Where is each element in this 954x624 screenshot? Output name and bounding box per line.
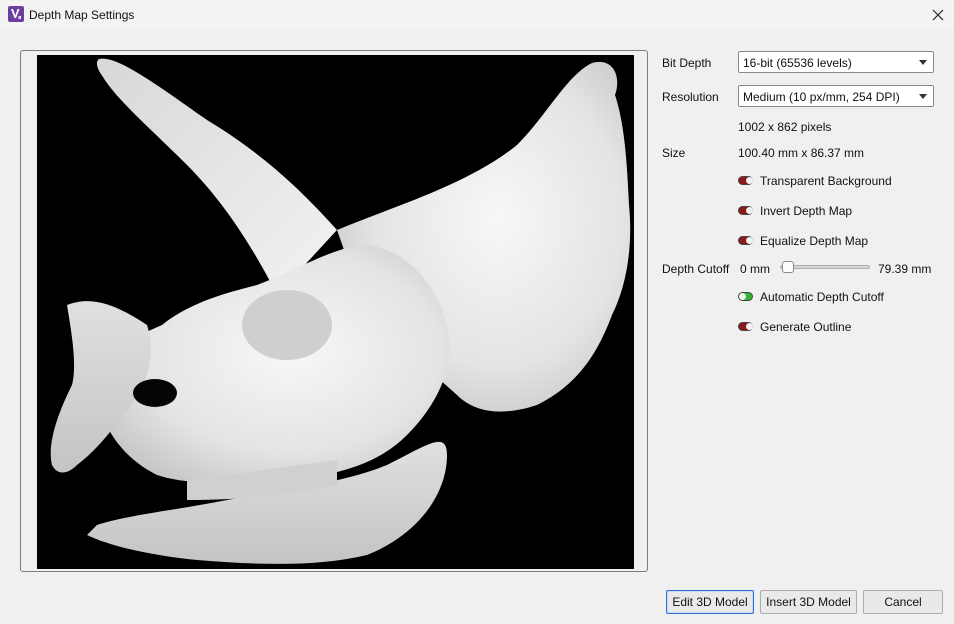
depth-map-preview — [37, 55, 634, 569]
bit-depth-value: 16-bit (65536 levels) — [743, 56, 852, 70]
automatic-depth-cutoff-label: Automatic Depth Cutoff — [760, 290, 884, 304]
app-logo-icon — [8, 6, 24, 22]
chevron-down-icon — [919, 94, 927, 99]
edit-3d-model-button[interactable]: Edit 3D Model — [666, 590, 754, 614]
size-value: 100.40 mm x 86.37 mm — [738, 146, 865, 160]
pixel-dimensions: 1002 x 862 pixels — [738, 120, 832, 134]
close-button[interactable] — [922, 0, 954, 30]
depth-cutoff-min: 0 mm — [740, 262, 770, 276]
bit-depth-label: Bit Depth — [662, 56, 712, 70]
resolution-label: Resolution — [662, 90, 719, 104]
depth-cutoff-slider-handle[interactable] — [782, 261, 794, 273]
invert-depth-map-toggle[interactable] — [738, 206, 753, 215]
depth-cutoff-max: 79.39 mm — [878, 262, 932, 276]
bit-depth-dropdown[interactable]: 16-bit (65536 levels) — [738, 51, 934, 73]
depth-cutoff-label: Depth Cutoff — [662, 262, 730, 276]
chevron-down-icon — [919, 60, 927, 65]
preview-panel — [20, 50, 648, 572]
generate-outline-label: Generate Outline — [760, 320, 852, 334]
depth-map-image — [50, 58, 631, 564]
close-icon — [932, 9, 944, 21]
title-bar: Depth Map Settings — [0, 0, 954, 30]
equalize-depth-map-toggle[interactable] — [738, 236, 753, 245]
size-label: Size — [662, 146, 686, 160]
transparent-background-toggle[interactable] — [738, 176, 753, 185]
equalize-depth-map-label: Equalize Depth Map — [760, 234, 869, 248]
insert-3d-model-button[interactable]: Insert 3D Model — [760, 590, 857, 614]
resolution-value: Medium (10 px/mm, 254 DPI) — [743, 90, 900, 104]
transparent-background-label: Transparent Background — [760, 174, 892, 188]
invert-depth-map-label: Invert Depth Map — [760, 204, 853, 218]
resolution-dropdown[interactable]: Medium (10 px/mm, 254 DPI) — [738, 85, 934, 107]
cancel-button[interactable]: Cancel — [863, 590, 943, 614]
automatic-depth-cutoff-toggle[interactable] — [738, 292, 753, 301]
window-title: Depth Map Settings — [29, 8, 135, 22]
generate-outline-toggle[interactable] — [738, 322, 753, 331]
